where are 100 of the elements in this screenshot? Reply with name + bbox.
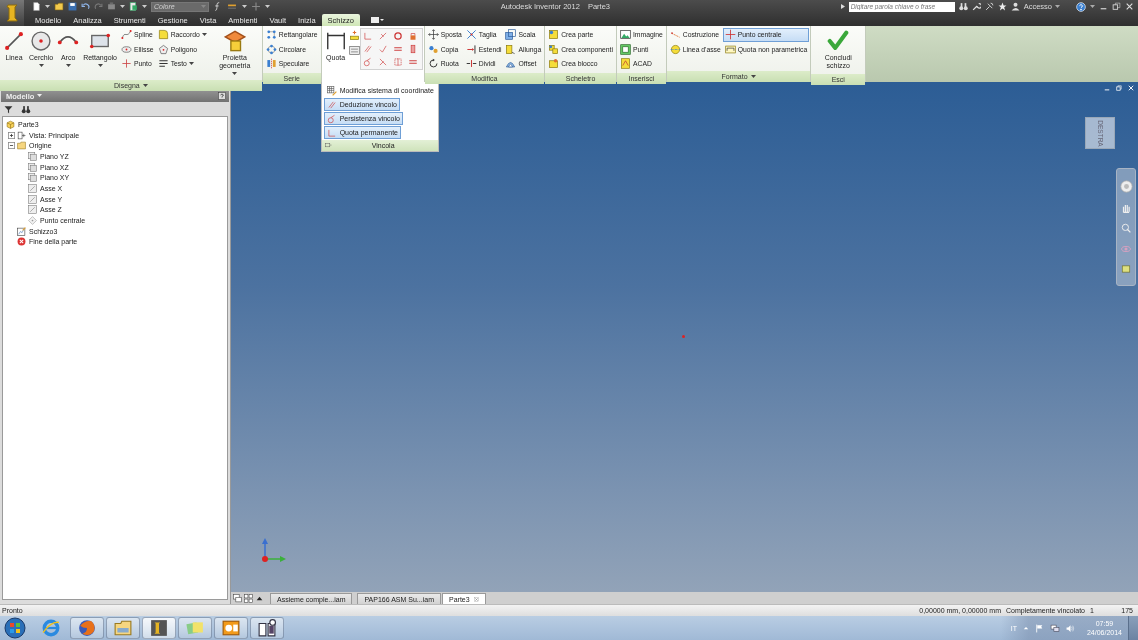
satellite-icon[interactable] [984, 2, 994, 11]
tile-icon[interactable] [244, 594, 253, 603]
constraint-icon [326, 127, 337, 138]
show-hidden-icons-icon[interactable] [1022, 625, 1029, 631]
crosshair-icon [121, 58, 132, 70]
caret-icon [37, 94, 43, 98]
rotate-icon [427, 58, 439, 70]
caret-icon [242, 4, 247, 9]
plane-cube-icon [223, 30, 246, 52]
person-icon [1010, 2, 1020, 11]
caret-icon [142, 4, 147, 9]
constraint-icon[interactable] [362, 44, 373, 54]
points-icon [619, 43, 631, 55]
stretch-icon [505, 43, 517, 55]
redo-icon[interactable] [94, 2, 103, 11]
constraint-icon [326, 99, 337, 110]
constraint-icon[interactable] [392, 44, 403, 54]
display-menu-icon[interactable] [369, 16, 384, 24]
caret-icon [120, 4, 125, 9]
trim-icon [465, 29, 477, 41]
checkmark-icon [827, 30, 850, 52]
components-icon [548, 43, 560, 55]
circle-icon [30, 30, 53, 52]
binoculars-icon[interactable] [21, 104, 31, 114]
undo-icon[interactable] [81, 2, 90, 11]
cascade-icon[interactable] [233, 594, 242, 603]
sticky-notes-icon [186, 619, 204, 637]
constraint-icon[interactable] [407, 57, 418, 67]
function-icon[interactable] [213, 2, 222, 11]
constraint-icon [326, 113, 337, 124]
image-icon [619, 29, 631, 41]
ellipse-icon [121, 43, 132, 55]
steering-wheel-icon[interactable] [1119, 180, 1133, 194]
speaker-icon[interactable] [1065, 623, 1075, 633]
taskbar-button[interactable] [70, 617, 104, 639]
book-clock-icon [258, 619, 276, 637]
app-icon [150, 619, 168, 637]
axis-icon [28, 194, 37, 204]
caret-icon [265, 4, 270, 9]
project-icon[interactable] [129, 2, 138, 11]
constraint-icon[interactable] [348, 45, 360, 56]
dimension-box-icon [724, 43, 736, 55]
binoculars-icon[interactable] [958, 2, 968, 11]
move-arrows-icon [427, 29, 439, 41]
caret-icon [45, 4, 50, 9]
constraint-icon[interactable] [348, 30, 360, 41]
centerline-icon [669, 43, 681, 55]
taskbar-button[interactable] [250, 617, 284, 639]
constraint-icon[interactable] [407, 44, 418, 54]
constraint-icon[interactable] [392, 31, 403, 41]
block-icon [548, 58, 560, 70]
save-icon[interactable] [68, 2, 77, 11]
coordinate-system-icon [326, 85, 337, 96]
star-icon[interactable] [997, 2, 1007, 11]
help-icon[interactable] [218, 92, 226, 100]
pan-hand-icon[interactable] [1121, 203, 1131, 214]
constraint-icon[interactable] [377, 57, 388, 67]
pin-icon[interactable] [324, 142, 332, 149]
view-icon [17, 130, 26, 140]
origin-point-icon [682, 335, 685, 338]
folder-icon [17, 141, 26, 151]
line-weight-icon[interactable] [226, 2, 238, 11]
expand-arrow-icon[interactable] [840, 4, 845, 9]
network-icon[interactable] [1049, 623, 1060, 633]
sketch-icon [17, 226, 26, 236]
restore-icon[interactable] [1116, 85, 1122, 91]
diagonal-line-icon [3, 30, 25, 52]
expand-toggle-icon[interactable] [8, 142, 15, 150]
point-icon [28, 216, 37, 226]
browser-icon [42, 619, 60, 637]
taskbar-button[interactable] [142, 617, 176, 639]
restore-icon[interactable] [1112, 2, 1121, 11]
axis-icon [28, 183, 37, 193]
grid-pattern-icon [265, 29, 277, 41]
constraint-icon[interactable] [362, 57, 373, 67]
wrench-icon[interactable] [971, 2, 981, 11]
application-menu-button[interactable] [0, 0, 24, 26]
app-logo-icon [4, 3, 20, 23]
browser-icon [78, 619, 96, 637]
up-arrow-icon[interactable] [255, 594, 264, 603]
expand-toggle-icon[interactable] [8, 131, 15, 139]
start-orb-icon[interactable] [4, 617, 26, 639]
plus-axes-icon[interactable] [251, 2, 261, 11]
center-point-icon [724, 29, 736, 41]
new-file-icon[interactable] [32, 2, 41, 11]
constraint-icon[interactable] [377, 44, 388, 54]
pentagon-icon [157, 43, 169, 55]
axis-icon [28, 205, 37, 215]
look-at-icon[interactable] [1121, 263, 1131, 274]
taskbar-button[interactable] [214, 617, 248, 639]
folder-icon[interactable] [54, 2, 64, 11]
constraint-icon[interactable] [407, 31, 418, 41]
filter-icon[interactable] [4, 104, 13, 114]
curve-icon [121, 29, 132, 41]
zoom-icon[interactable] [1121, 223, 1131, 234]
constraint-icon[interactable] [377, 31, 388, 41]
split-icon [465, 58, 477, 70]
flag-icon[interactable] [1034, 623, 1044, 633]
folder-icon [114, 619, 132, 637]
caret-icon [201, 4, 206, 9]
